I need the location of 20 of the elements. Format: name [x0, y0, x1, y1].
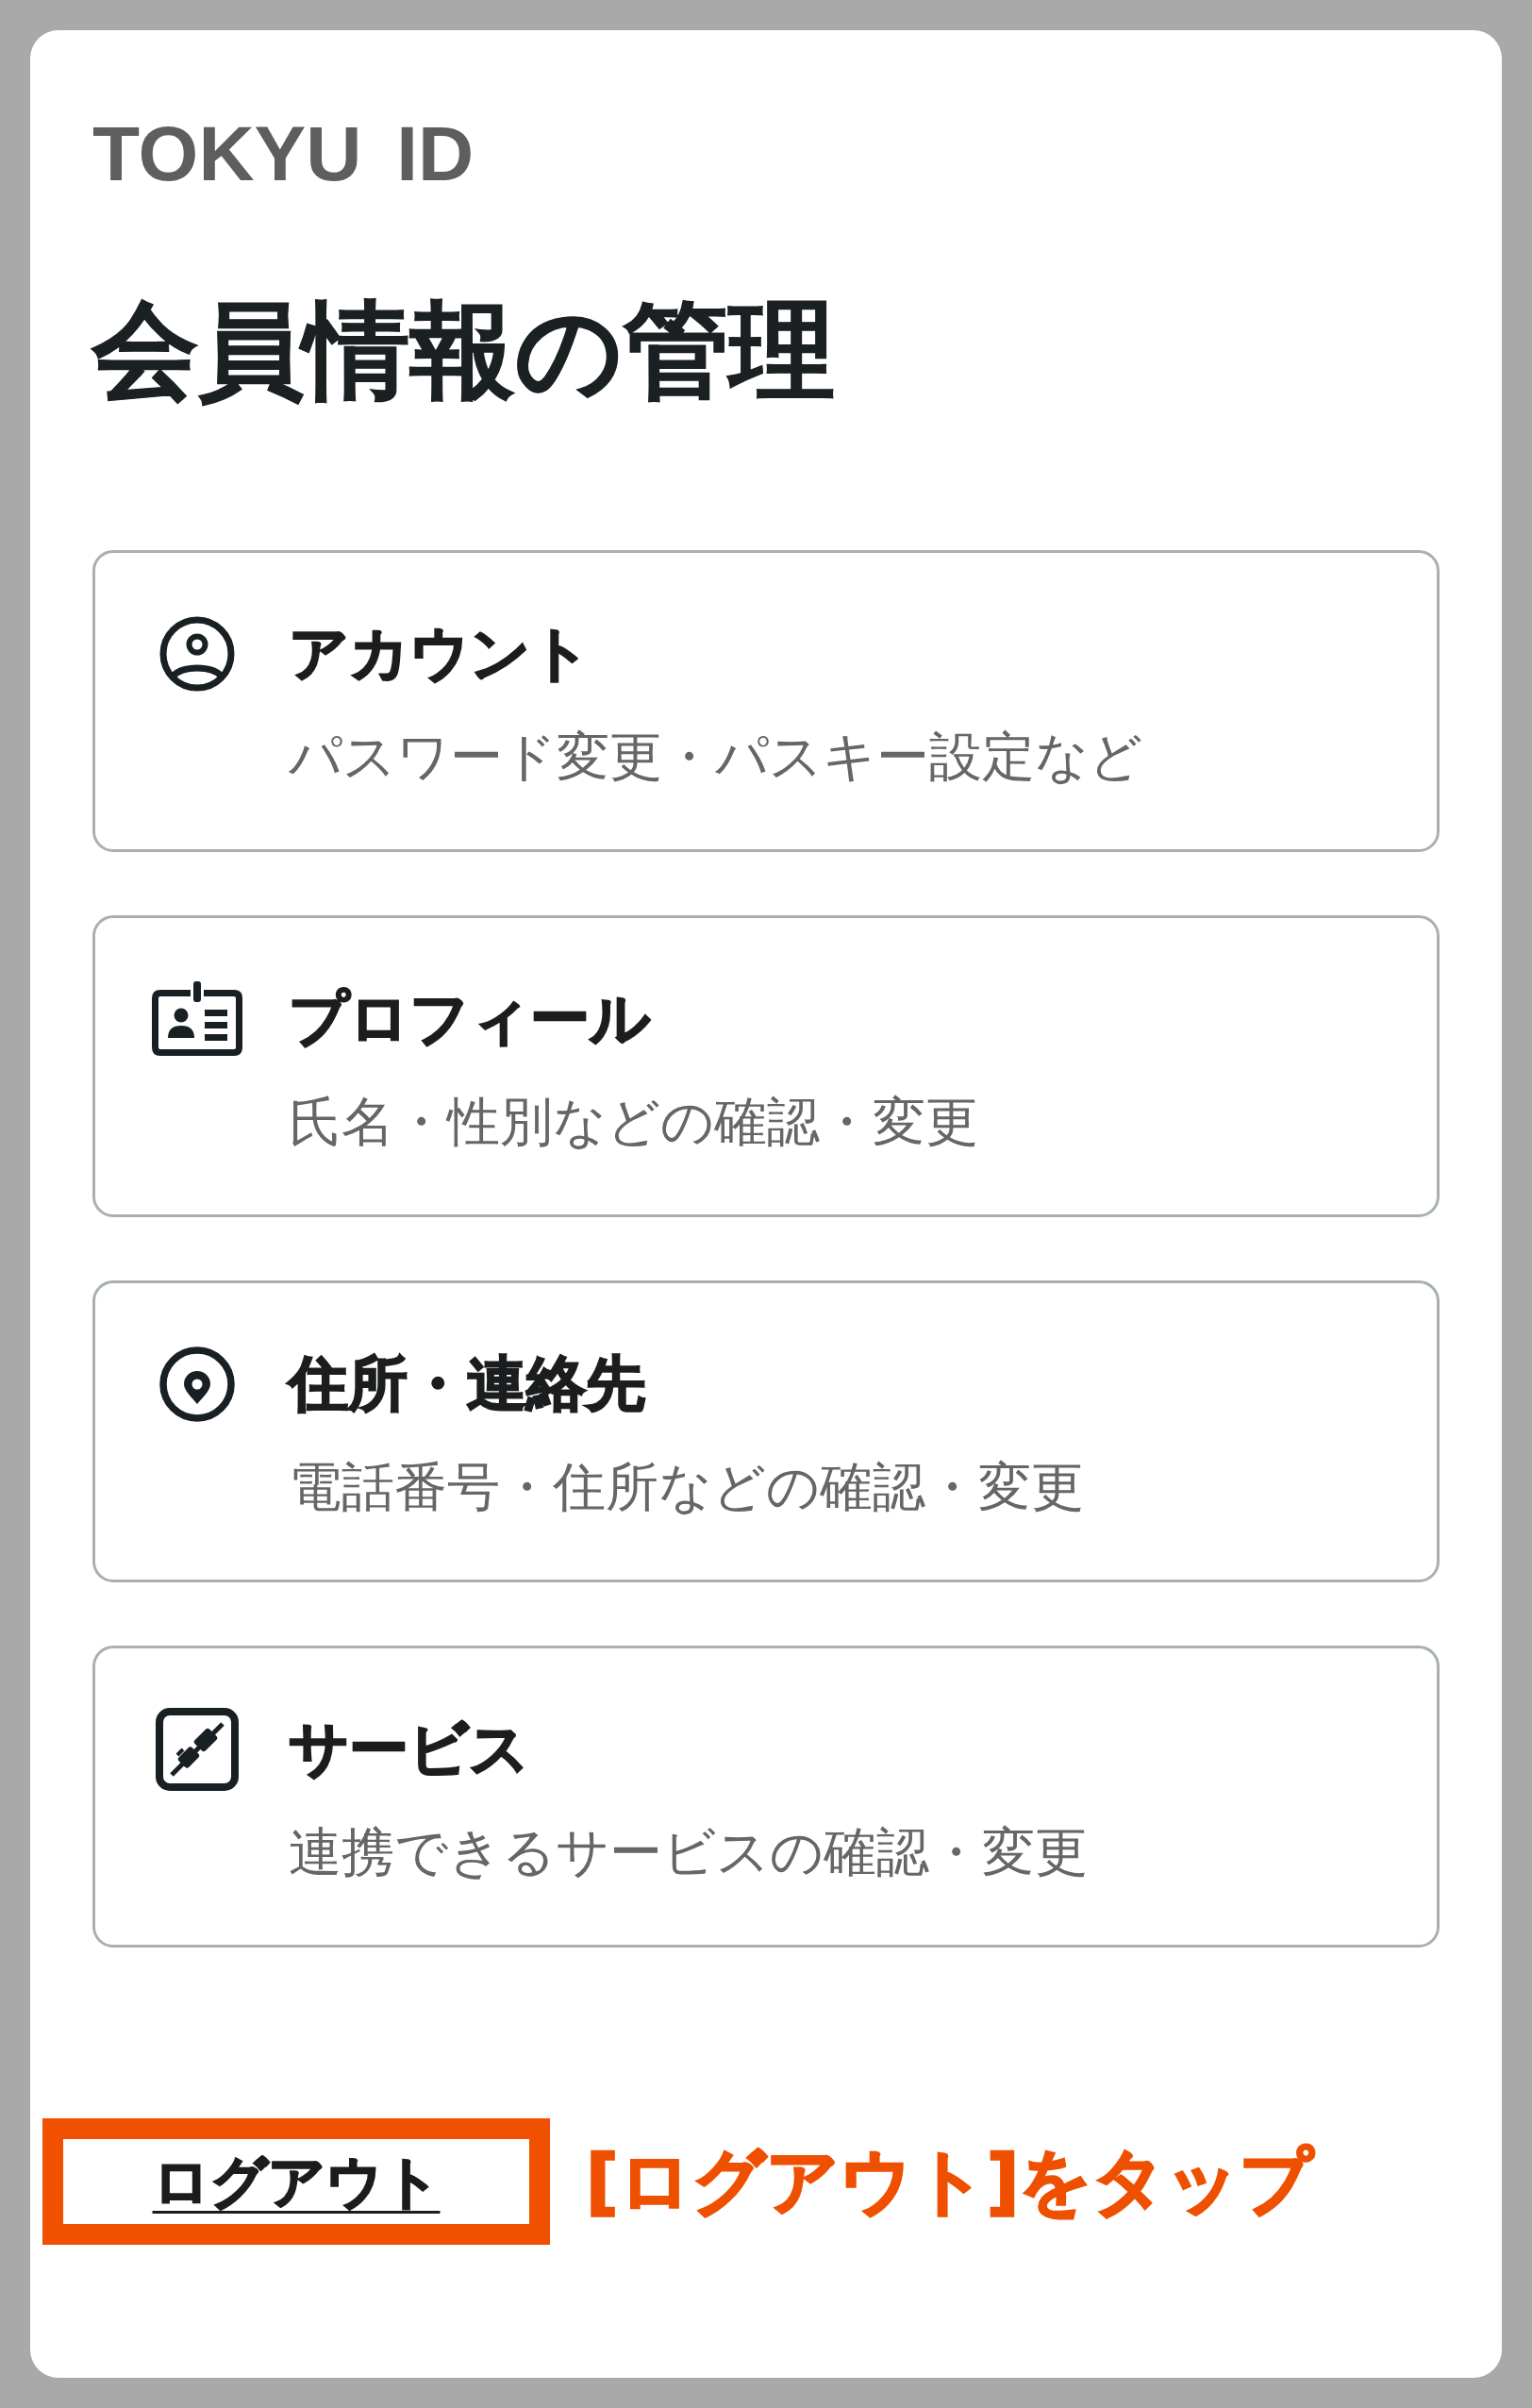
card-title: 住所・連絡先 [289, 1348, 645, 1420]
card-description: パスワード変更・パスキー設定など [289, 725, 1142, 789]
annotation-text: [ログアウト]をタップ [586, 2138, 1314, 2225]
menu-card[interactable]: プロフィール 氏名・性別などの確認・変更 [92, 915, 1440, 1217]
menu-card[interactable]: サービス 連携できるサービスの確認・変更 [92, 1646, 1440, 1948]
logout-link[interactable]: ログアウト [152, 2148, 441, 2216]
logo-text: TOKYU ID [92, 115, 475, 192]
account-circle-icon [159, 616, 235, 692]
card-description: 氏名・性別などの確認・変更 [289, 1090, 978, 1154]
plug-icon [156, 1708, 239, 1791]
card-title: プロフィール [289, 983, 650, 1055]
card-description: 連携できるサービスの確認・変更 [289, 1820, 1088, 1884]
id-card-icon [152, 981, 242, 1057]
card-title: アカウント [289, 618, 591, 690]
page-title: 会員情報の管理 [92, 288, 835, 413]
menu-card[interactable]: 住所・連絡先 電話番号・住所などの確認・変更 [92, 1280, 1440, 1582]
menu-card[interactable]: アカウント パスワード変更・パスキー設定など [92, 550, 1440, 852]
card-title: サービス [289, 1714, 529, 1785]
location-pin-icon [159, 1346, 235, 1422]
card-description: 電話番号・住所などの確認・変更 [289, 1455, 1084, 1519]
